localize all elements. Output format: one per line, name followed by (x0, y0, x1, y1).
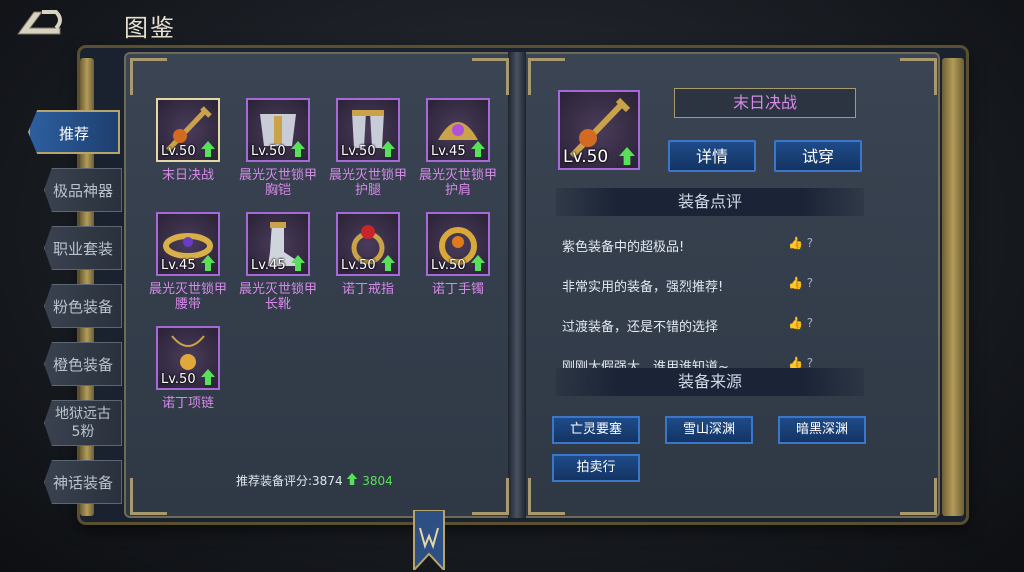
item-name: 诺丁项链 (161, 396, 214, 411)
thumbs-up-icon: 👍 (788, 356, 803, 368)
item-level: Lv.45 (161, 258, 196, 273)
tab-myth-gear[interactable]: 神话装备 (44, 460, 122, 504)
item-level: Lv.45 (431, 144, 466, 159)
upgrade-arrow-icon (201, 255, 215, 271)
source-section-title: 装备来源 (556, 368, 864, 396)
item-level: Lv.50 (251, 144, 286, 159)
source-button[interactable]: 亡灵要塞 (552, 416, 640, 444)
tab-orange-gear[interactable]: 橙色装备 (44, 342, 122, 386)
tab-recommended[interactable]: 推荐 (28, 110, 120, 154)
upgrade-arrow-icon (619, 147, 635, 165)
tab-label: 地狱远古 (55, 406, 111, 422)
tab-hell-ancient[interactable]: 地狱远古 5粉 (44, 400, 122, 446)
page-title: 图鉴 (124, 14, 176, 42)
upgrade-arrow-icon (471, 255, 485, 271)
like-button[interactable]: 👍 ? (788, 356, 813, 368)
upgrade-arrow-icon (201, 369, 215, 385)
source-button[interactable]: 拍卖行 (552, 454, 640, 482)
back-arrow-icon (17, 10, 62, 35)
source-button[interactable]: 暗黑深渊 (778, 416, 866, 444)
like-button[interactable]: 👍 ? (788, 316, 813, 330)
item-name: 诺丁戒指 (341, 282, 394, 297)
selected-item-name: 末日决战 (674, 88, 856, 118)
item-name: 晨光灭世锁甲 腰带 (148, 282, 227, 312)
corner-ornament (130, 58, 167, 95)
upgrade-arrow-icon (381, 141, 395, 157)
source-button[interactable]: 雪山深渊 (665, 416, 753, 444)
item-level: Lv.50 (161, 144, 196, 159)
item-name: 末日决战 (161, 168, 214, 183)
item-slot[interactable]: Lv.50 (156, 326, 220, 390)
upgrade-arrow-icon (201, 141, 215, 157)
like-count: ? (806, 356, 814, 368)
review-comment: 刚刚太假强大，谁用谁知道~ (562, 360, 729, 368)
try-on-button[interactable]: 试穿 (774, 140, 862, 172)
review-comment: 非常实用的装备，强烈推荐! (562, 280, 724, 295)
book-edge-right (942, 58, 964, 516)
thumbs-up-icon: 👍 (788, 276, 803, 290)
item-slot[interactable]: Lv.45 (426, 98, 490, 162)
item-slot[interactable]: Lv.45 (246, 212, 310, 276)
upgrade-arrow-icon (347, 473, 358, 485)
corner-ornament (472, 58, 509, 95)
corner-ornament (472, 478, 509, 515)
thumbs-up-icon: 👍 (788, 316, 803, 330)
tab-pink-gear[interactable]: 粉色装备 (44, 284, 122, 328)
item-name: 晨光灭世锁甲 长靴 (238, 282, 317, 312)
corner-ornament (130, 478, 167, 515)
item-level: Lv.45 (251, 258, 286, 273)
item-level: Lv.50 (431, 258, 466, 273)
item-slot[interactable]: Lv.45 (156, 212, 220, 276)
item-level: Lv.50 (161, 372, 196, 387)
review-comment: 过渡装备，还是不错的选择 (562, 320, 719, 335)
upgrade-arrow-icon (291, 255, 305, 271)
upgrade-arrow-icon (381, 255, 395, 271)
item-name: 晨光灭世锁甲 护肩 (418, 168, 497, 198)
tab-label-line2: 5粉 (71, 424, 95, 440)
back-button[interactable] (12, 6, 66, 40)
like-count: ? (806, 236, 814, 250)
like-count: ? (806, 316, 814, 330)
score-value: 3804 (362, 474, 393, 488)
bookmark-icon (413, 510, 445, 570)
item-slot[interactable]: Lv.50 (246, 98, 310, 162)
item-slot[interactable]: Lv.50 (336, 98, 400, 162)
like-count: ? (806, 276, 814, 290)
details-button[interactable]: 详情 (668, 140, 756, 172)
item-name: 晨光灭世锁甲 胸铠 (238, 168, 317, 198)
thumbs-up-icon: 👍 (788, 236, 803, 250)
book-spine (508, 52, 526, 518)
score-label: 推荐装备评分:3874 (236, 474, 343, 488)
item-slot[interactable]: Lv.50 (156, 98, 220, 162)
review-section-title: 装备点评 (556, 188, 864, 216)
like-button[interactable]: 👍 ? (788, 276, 813, 290)
corner-ornament (900, 58, 937, 95)
like-button[interactable]: 👍 ? (788, 236, 813, 250)
item-name: 诺丁手镯 (431, 282, 484, 297)
item-slot[interactable]: Lv.50 (336, 212, 400, 276)
selected-item-slot[interactable]: Lv.50 (558, 90, 640, 170)
item-level: Lv.50 (563, 147, 609, 167)
upgrade-arrow-icon (291, 141, 305, 157)
item-name: 晨光灭世锁甲 护腿 (328, 168, 407, 198)
item-level: Lv.50 (341, 258, 376, 273)
upgrade-arrow-icon (471, 141, 485, 157)
item-slot[interactable]: Lv.50 (426, 212, 490, 276)
review-comment: 紫色装备中的超极品! (562, 240, 685, 255)
recommended-score: 推荐装备评分:3874 3804 (236, 472, 393, 489)
corner-ornament (528, 478, 565, 515)
tab-class-sets[interactable]: 职业套装 (44, 226, 122, 270)
tab-top-artifacts[interactable]: 极品神器 (44, 168, 122, 212)
corner-ornament (900, 478, 937, 515)
item-level: Lv.50 (341, 144, 376, 159)
